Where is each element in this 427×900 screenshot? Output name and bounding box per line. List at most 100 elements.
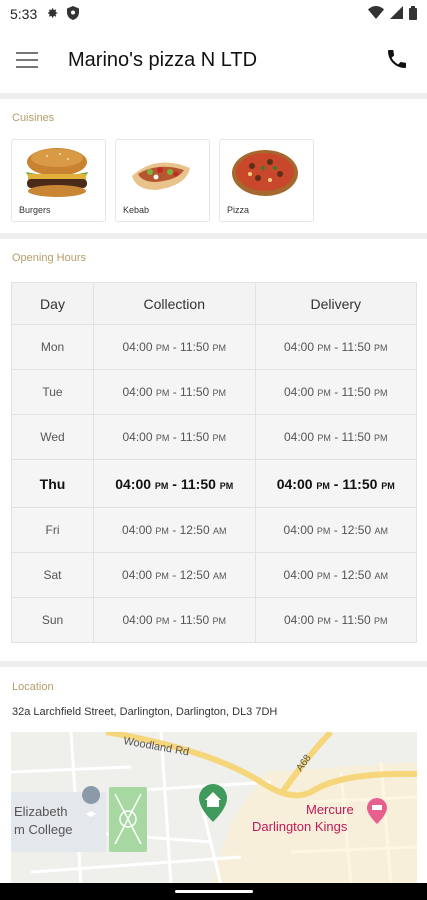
am-pm: PM	[317, 616, 331, 626]
kebab-image	[126, 146, 196, 196]
day-name: Thu	[39, 475, 66, 492]
location-label: Location	[12, 681, 54, 693]
map-poi-college-line1: Elizabeth	[14, 804, 67, 819]
open-time: 04:00	[283, 568, 314, 582]
day-cell: Sat	[11, 552, 94, 598]
day-cell: Tue	[11, 369, 94, 415]
open-time: 04:00	[122, 430, 153, 444]
hours-row: Tue 04:00 PM - 11:50 PM 04:00 PM - 11:50 P…	[11, 369, 417, 415]
am-pm: PM	[155, 526, 169, 536]
time-separator: -	[172, 385, 177, 399]
am-pm: PM	[316, 571, 331, 581]
am-pm: PM	[212, 343, 227, 353]
hours-row: Sun 04:00 PM - 11:50 PM 04:00 PM - 11:50 P…	[11, 597, 417, 643]
collection-time-cell: 04:00 PM - 11:50 PM	[93, 597, 256, 643]
am-pm: PM	[212, 433, 227, 443]
time-separator: -	[172, 340, 177, 354]
am-pm: AM	[374, 571, 388, 581]
day-name: Sun	[41, 613, 64, 627]
hours-body: Mon 04:00 PM - 11:50 PM 04:00 PM - 11:50 P…	[11, 324, 417, 643]
burger-image	[22, 146, 92, 197]
delivery-time-cell: 04:00 PM - 11:50 PM	[254, 414, 417, 460]
time-separator: -	[334, 430, 339, 444]
day-cell: Sun	[11, 597, 94, 643]
map-poi-hotel-line1: Mercure	[306, 802, 354, 817]
delivery-time-cell: 04:00 PM - 11:50 PM	[254, 324, 417, 370]
am-pm: PM	[317, 433, 331, 443]
am-pm: PM	[374, 388, 388, 398]
map-poi-college-line2: m College	[14, 822, 73, 837]
delivery-time-cell: 04:00 PM - 11:50 PM	[254, 369, 417, 415]
delivery-time-cell: 04:00 PM - 11:50 PM	[254, 459, 417, 508]
settings-icon	[45, 6, 59, 23]
am-pm: AM	[212, 571, 227, 581]
menu-icon[interactable]	[16, 45, 46, 75]
cuisine-card-kebab[interactable]: Kebab	[115, 139, 210, 222]
cuisine-label: Kebab	[123, 205, 150, 215]
am-pm: PM	[317, 343, 331, 353]
am-pm: PM	[374, 433, 388, 443]
am-pm: PM	[155, 433, 170, 443]
cuisines-label: Cuisines	[12, 112, 55, 124]
am-pm: PM	[212, 616, 227, 626]
cuisine-card-burgers[interactable]: Burgers	[11, 139, 106, 222]
collection-time-cell: 04:00 PM - 11:50 PM	[93, 324, 256, 370]
am-pm: PM	[154, 480, 169, 491]
home-gesture-handle[interactable]	[175, 890, 253, 893]
time-separator: -	[333, 523, 338, 537]
wifi-icon	[368, 6, 384, 22]
signal-icon	[390, 6, 403, 22]
close-time: 11:50	[180, 475, 216, 492]
day-name: Sat	[43, 568, 62, 582]
map[interactable]: Woodland Rd A68 Elizabeth m College Merc…	[11, 732, 417, 885]
column-header-day: Day	[11, 282, 94, 325]
close-time: 11:50	[341, 385, 371, 399]
close-time: 12:50	[179, 523, 210, 537]
opening-hours-table: Day Collection Delivery Mon 04:00 PM - 11…	[11, 282, 417, 643]
cuisines-list: Burgers Kebab Pizza	[11, 139, 314, 222]
day-name: Fri	[45, 523, 60, 537]
time-separator: -	[334, 613, 339, 627]
close-time: 11:50	[341, 430, 371, 444]
open-time: 04:00	[122, 568, 153, 582]
open-time: 04:00	[122, 385, 153, 399]
am-pm: PM	[316, 526, 331, 536]
open-time: 04:00	[283, 613, 314, 627]
time-separator: -	[333, 475, 339, 492]
hours-row: Sat 04:00 PM - 12:50 AM 04:00 PM - 12:50 A…	[11, 552, 417, 598]
battery-icon	[409, 5, 417, 23]
app-bar: Marino's pizza N LTD	[0, 28, 427, 92]
am-pm: AM	[374, 526, 388, 536]
day-cell: Mon	[11, 324, 94, 370]
am-pm: PM	[316, 480, 330, 491]
close-time: 11:50	[180, 340, 210, 354]
page-title: Marino's pizza N LTD	[68, 48, 258, 71]
open-time: 04:00	[122, 613, 153, 627]
open-time: 04:00	[122, 523, 153, 537]
time-separator: -	[172, 523, 177, 537]
am-pm: PM	[374, 616, 388, 626]
open-time: 04:00	[283, 385, 314, 399]
day-cell: Fri	[11, 507, 94, 553]
cuisine-label: Pizza	[227, 205, 250, 215]
delivery-time-cell: 04:00 PM - 12:50 AM	[254, 507, 417, 553]
delivery-time-cell: 04:00 PM - 12:50 AM	[254, 552, 417, 598]
open-time: 04:00	[115, 475, 152, 492]
divider	[0, 233, 427, 239]
time-separator: -	[172, 568, 177, 582]
am-pm: PM	[219, 480, 234, 491]
shield-icon	[67, 5, 80, 23]
time-separator: -	[334, 340, 339, 354]
am-pm: PM	[155, 616, 170, 626]
status-bar: 5:33	[0, 0, 427, 28]
time-separator: -	[334, 385, 339, 399]
phone-icon[interactable]	[385, 47, 411, 73]
cuisine-card-pizza[interactable]: Pizza	[219, 139, 314, 222]
close-time: 11:50	[180, 613, 210, 627]
opening-hours-label: Opening Hours	[12, 252, 86, 264]
am-pm: AM	[212, 526, 227, 536]
am-pm: PM	[155, 571, 169, 581]
close-time: 11:50	[341, 340, 371, 354]
open-time: 04:00	[276, 475, 313, 492]
hours-row: Thu 04:00 PM - 11:50 PM 04:00 PM - 11:50 P…	[11, 459, 417, 508]
